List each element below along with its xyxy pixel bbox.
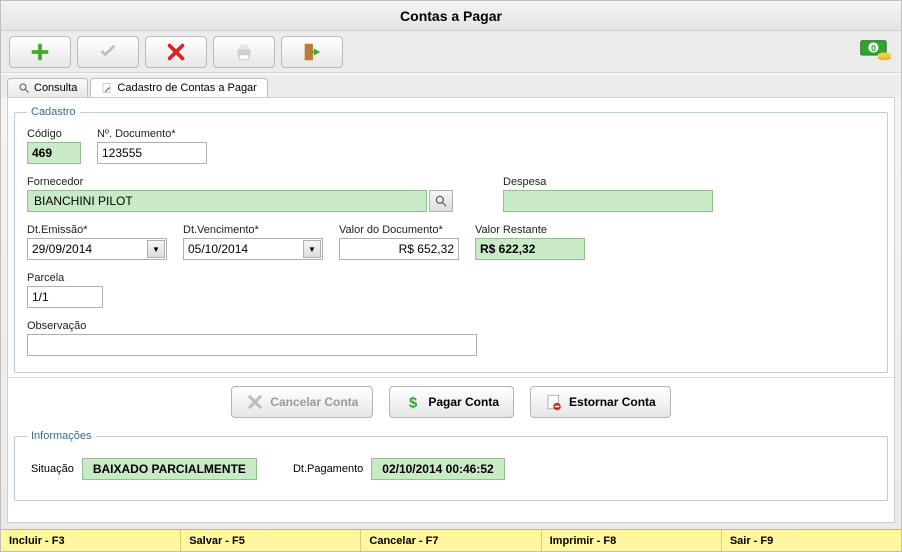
svg-text:0: 0 — [871, 43, 876, 53]
vencimento-dropdown-button[interactable]: ▼ — [303, 240, 321, 258]
codigo-label: Código — [27, 128, 81, 140]
valordoc-input[interactable] — [339, 238, 459, 260]
dollar-icon: $ — [404, 393, 422, 411]
valordoc-label: Valor do Documento* — [339, 224, 459, 236]
codigo-value: 469 — [27, 142, 81, 164]
status-imprimir: Imprimir - F8 — [542, 530, 722, 551]
group-cadastro-legend: Cadastro — [27, 106, 80, 118]
fornecedor-value: BIANCHINI PILOT — [27, 190, 427, 212]
situacao-value: BAIXADO PARCIALMENTE — [82, 458, 257, 480]
tab-cadastro[interactable]: Cadastro de Contas a Pagar — [90, 78, 267, 97]
parcela-input[interactable] — [27, 286, 103, 308]
pagar-conta-button[interactable]: $ Pagar Conta — [389, 386, 514, 418]
status-salvar: Salvar - F5 — [181, 530, 361, 551]
despesa-value — [503, 190, 713, 212]
tab-bar: Consulta Cadastro de Contas a Pagar — [1, 75, 901, 97]
fornecedor-label: Fornecedor — [27, 176, 457, 188]
tab-consulta-label: Consulta — [34, 82, 77, 94]
emissao-dropdown-button[interactable]: ▼ — [147, 240, 165, 258]
cancel-button[interactable] — [145, 36, 207, 68]
money-icon: 0 — [859, 36, 893, 67]
obs-label: Observação — [27, 320, 477, 332]
emissao-input[interactable] — [27, 238, 167, 260]
emissao-label: Dt.Emissão* — [27, 224, 167, 236]
pagamento-value: 02/10/2014 00:46:52 — [371, 458, 504, 480]
group-cadastro: Cadastro Código 469 Nº. Documento* Forne… — [14, 106, 888, 373]
situacao-label: Situação — [31, 463, 74, 475]
status-cancelar: Cancelar - F7 — [361, 530, 541, 551]
status-incluir: Incluir - F3 — [1, 530, 181, 551]
exit-button[interactable] — [281, 36, 343, 68]
x-icon — [246, 393, 264, 411]
estornar-conta-button[interactable]: Estornar Conta — [530, 386, 671, 418]
svg-text:$: $ — [409, 394, 418, 411]
documento-input[interactable] — [97, 142, 207, 164]
plus-icon — [29, 41, 51, 63]
action-row: Cancelar Conta $ Pagar Conta Estornar Co… — [8, 377, 894, 426]
vencimento-input[interactable] — [183, 238, 323, 260]
print-button[interactable] — [213, 36, 275, 68]
check-icon — [97, 41, 119, 63]
window-title: Contas a Pagar — [1, 1, 901, 31]
confirm-button[interactable] — [77, 36, 139, 68]
parcela-label: Parcela — [27, 272, 103, 284]
tab-cadastro-label: Cadastro de Contas a Pagar — [117, 82, 256, 94]
valorrest-value: R$ 622,32 — [475, 238, 585, 260]
tab-consulta[interactable]: Consulta — [7, 78, 88, 97]
magnifier-icon — [434, 194, 448, 208]
status-sair: Sair - F9 — [722, 530, 901, 551]
printer-icon — [233, 41, 255, 63]
cancelar-conta-button[interactable]: Cancelar Conta — [231, 386, 373, 418]
magnifier-icon — [18, 82, 30, 94]
pagamento-label: Dt.Pagamento — [293, 463, 363, 475]
obs-input[interactable] — [27, 334, 477, 356]
chevron-down-icon: ▼ — [152, 245, 160, 254]
add-button[interactable] — [9, 36, 71, 68]
edit-page-icon — [101, 82, 113, 94]
valorrest-label: Valor Restante — [475, 224, 585, 236]
group-informacoes-legend: Informações — [27, 430, 96, 442]
cancelar-conta-label: Cancelar Conta — [270, 395, 358, 409]
group-informacoes: Informações Situação BAIXADO PARCIALMENT… — [14, 430, 888, 501]
despesa-label: Despesa — [503, 176, 713, 188]
documento-label: Nº. Documento* — [97, 128, 207, 140]
estornar-conta-label: Estornar Conta — [569, 395, 656, 409]
pagar-conta-label: Pagar Conta — [428, 395, 499, 409]
x-icon — [165, 41, 187, 63]
door-exit-icon — [301, 41, 323, 63]
main-toolbar: 0 — [1, 31, 901, 73]
chevron-down-icon: ▼ — [308, 245, 316, 254]
fornecedor-search-button[interactable] — [429, 190, 453, 212]
status-bar: Incluir - F3 Salvar - F5 Cancelar - F7 I… — [1, 529, 901, 551]
page-minus-icon — [545, 393, 563, 411]
vencimento-label: Dt.Vencimento* — [183, 224, 323, 236]
